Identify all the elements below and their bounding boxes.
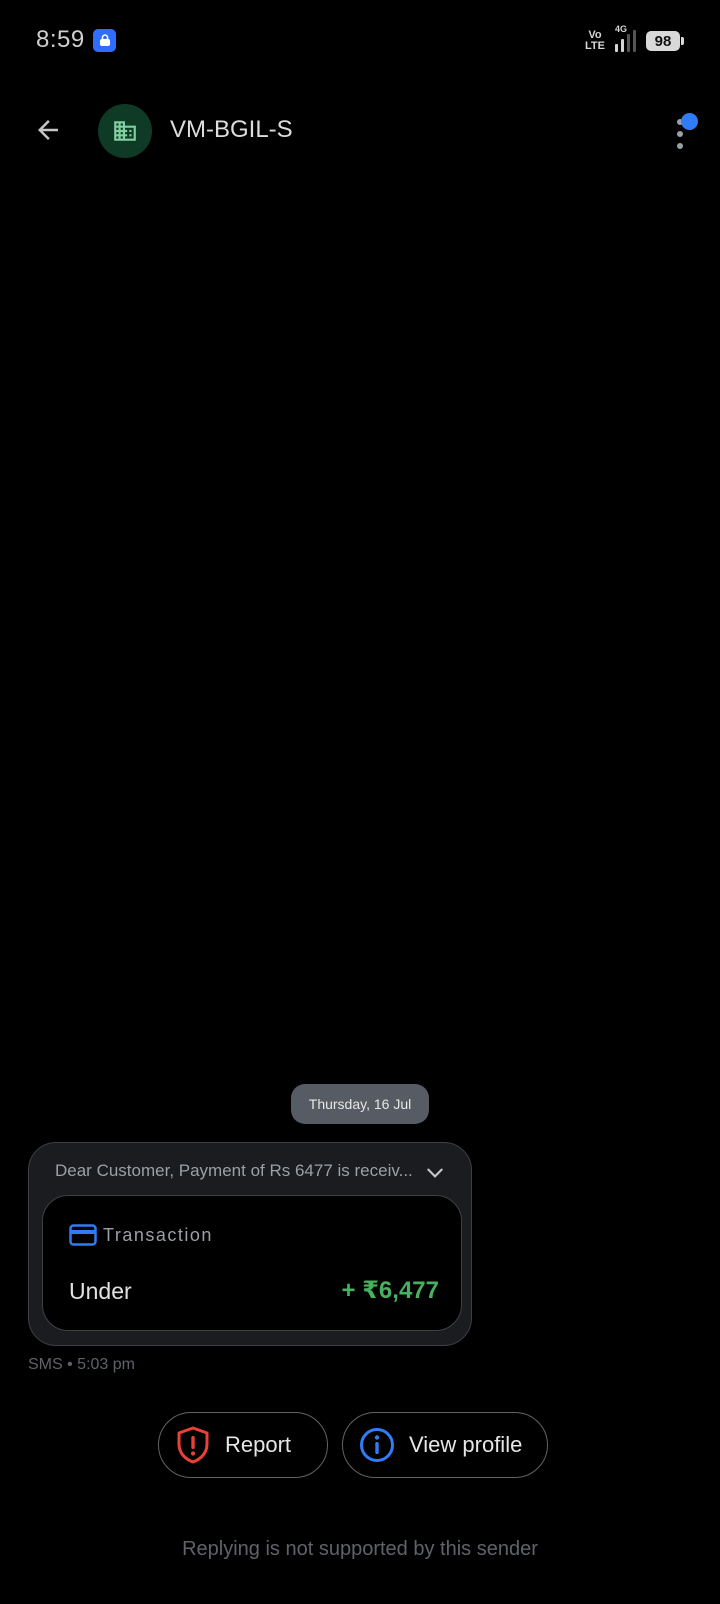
transaction-label: Transaction: [103, 1224, 213, 1245]
arrow-back-icon: [38, 120, 58, 140]
back-button[interactable]: [24, 106, 72, 154]
conversation-header: VM-BGIL-S: [0, 96, 720, 166]
transaction-header: Transaction: [69, 1224, 213, 1246]
transaction-amount: + ₹6,477: [341, 1277, 439, 1304]
chevron-down-icon: [427, 1168, 443, 1178]
network-type: 4G: [615, 24, 628, 34]
view-profile-label: View profile: [409, 1432, 523, 1457]
message-preview[interactable]: Dear Customer, Payment of Rs 6477 is rec…: [55, 1161, 415, 1181]
shield-alert-icon: [177, 1426, 209, 1464]
signal-icon: 4G: [615, 24, 636, 52]
status-time: 8:59: [36, 26, 85, 53]
message-timestamp: SMS • 5:03 pm: [28, 1356, 135, 1373]
app-notification-icon: [93, 29, 116, 52]
notification-dot: [681, 113, 698, 130]
transaction-description: Under: [69, 1278, 132, 1304]
report-button[interactable]: Report: [158, 1412, 328, 1478]
contact-name[interactable]: VM-BGIL-S: [170, 116, 293, 144]
business-icon: [114, 121, 136, 141]
volte-indicator: Vo LTE: [585, 29, 605, 52]
message-bubble[interactable]: Dear Customer, Payment of Rs 6477 is rec…: [28, 1142, 472, 1346]
credit-card-icon: [69, 1224, 97, 1246]
status-indicators: Vo LTE 4G 98: [585, 24, 684, 56]
avatar[interactable]: [98, 104, 152, 158]
info-icon: [360, 1428, 394, 1462]
view-profile-button[interactable]: View profile: [342, 1412, 548, 1478]
date-chip: Thursday, 16 Jul: [291, 1084, 429, 1124]
transaction-card[interactable]: Transaction Under + ₹6,477: [42, 1195, 462, 1331]
status-bar: 8:59 Vo LTE 4G 98: [0, 0, 720, 84]
battery-icon: 98: [646, 31, 684, 51]
report-label: Report: [225, 1432, 292, 1457]
reply-not-supported-note: Replying is not supported by this sender: [182, 1538, 538, 1560]
expand-message-button[interactable]: [421, 1159, 449, 1187]
